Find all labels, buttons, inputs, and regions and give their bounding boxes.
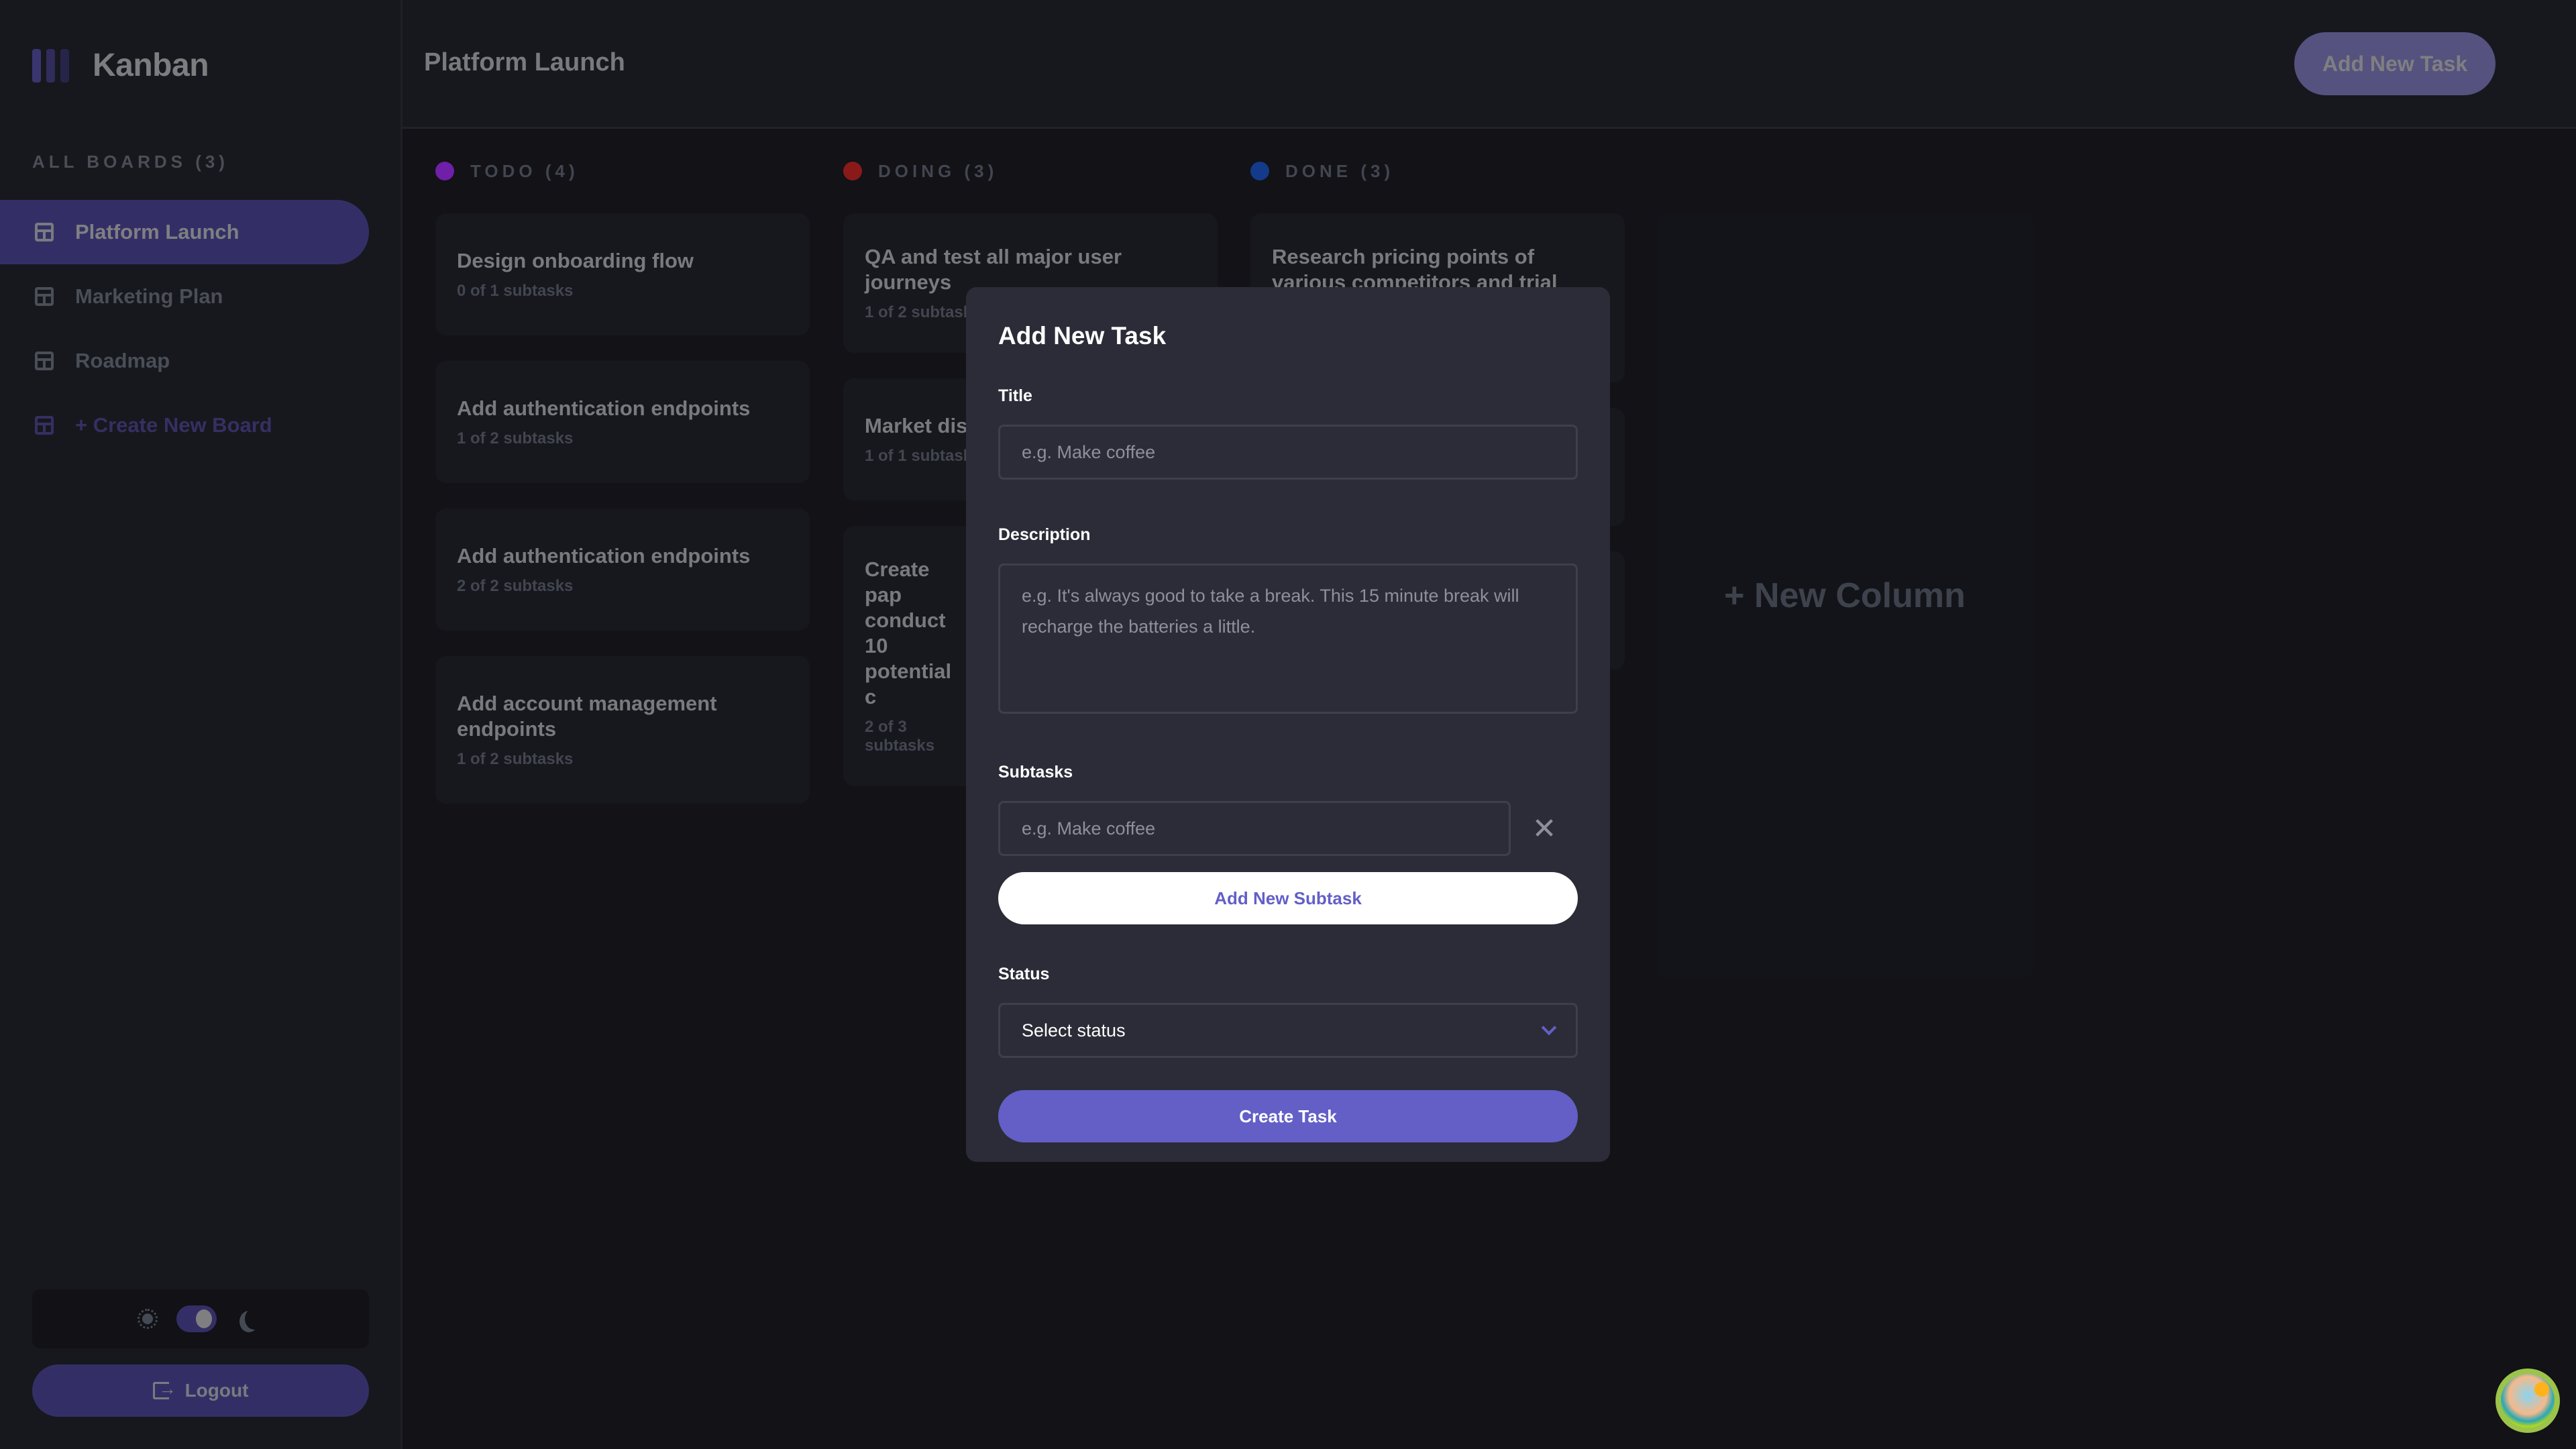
subtask-input[interactable] xyxy=(998,801,1511,856)
description-input[interactable] xyxy=(998,564,1578,714)
app-root: Kanban ALL BOARDS (3) Platform Launch Ma… xyxy=(0,0,2576,1449)
status-select-value: Select status xyxy=(1022,1020,1126,1040)
modal-title: Add New Task xyxy=(998,322,1167,350)
add-task-modal: Add New Task Title Description Subtasks … xyxy=(966,287,1610,1162)
subtasks-label: Subtasks xyxy=(998,763,1073,782)
status-label: Status xyxy=(998,965,1050,983)
chevron-down-icon xyxy=(1541,1020,1557,1036)
avatar[interactable] xyxy=(2496,1368,2560,1433)
title-input[interactable] xyxy=(998,425,1578,480)
description-label: Description xyxy=(998,525,1091,544)
subtask-row: ✕ xyxy=(998,801,1578,856)
title-label: Title xyxy=(998,386,1032,405)
status-select[interactable]: Select status xyxy=(998,1003,1578,1058)
create-task-button[interactable]: Create Task xyxy=(998,1090,1578,1142)
close-icon[interactable]: ✕ xyxy=(1511,801,1578,856)
modal-overlay[interactable]: Add New Task Title Description Subtasks … xyxy=(0,0,2576,1449)
add-new-subtask-button[interactable]: Add New Subtask xyxy=(998,872,1578,924)
